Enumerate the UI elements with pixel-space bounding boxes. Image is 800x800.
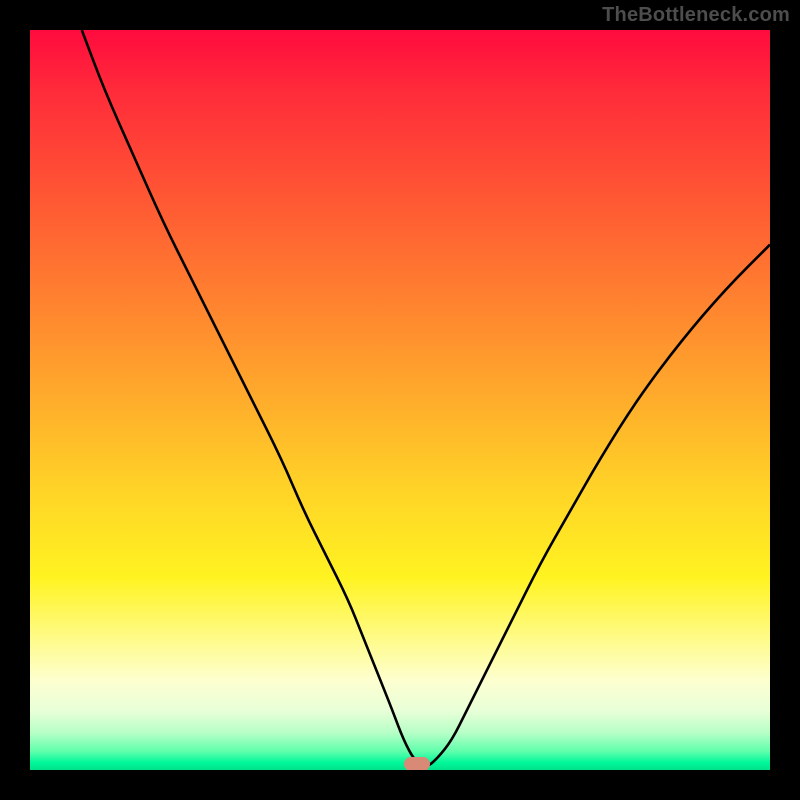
chart-frame: TheBottleneck.com (0, 0, 800, 800)
credit-label: TheBottleneck.com (602, 4, 790, 27)
curve-svg (30, 30, 770, 770)
plot-area (30, 30, 770, 770)
optimum-marker (404, 757, 430, 770)
bottleneck-curve (82, 30, 770, 766)
